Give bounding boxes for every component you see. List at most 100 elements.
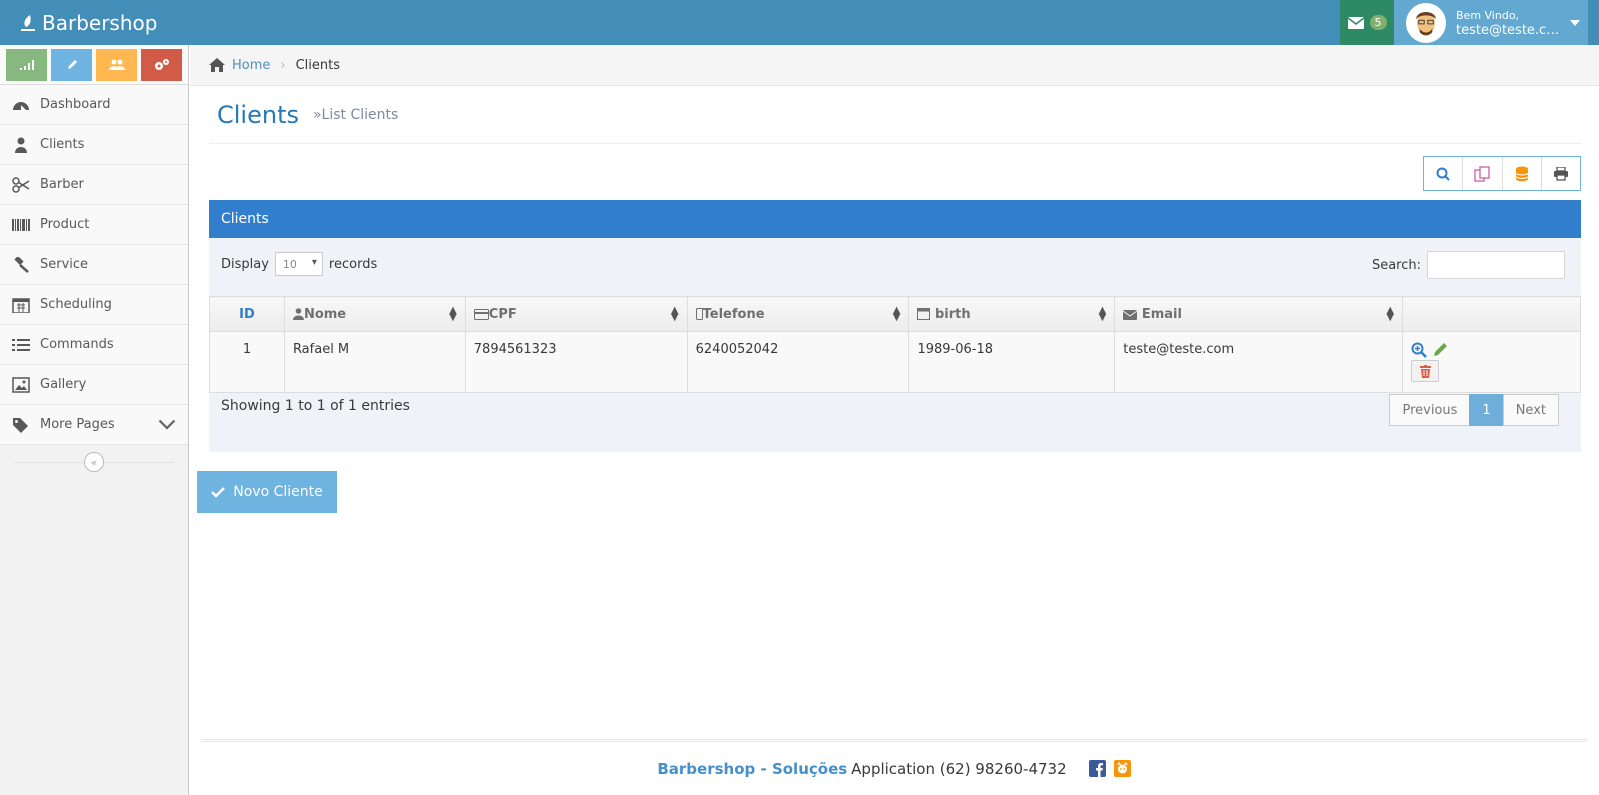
page-title: Clients xyxy=(217,100,299,129)
copy-icon xyxy=(1474,165,1491,182)
page-subtitle: »List Clients xyxy=(312,106,399,123)
column-header-actions xyxy=(1402,296,1581,332)
clients-table: ID Nome ▲ ▼ CPF ▲ ▼ Telefone ▲ ▼ birth ▲ ▼ xyxy=(209,296,1581,393)
envelope-icon xyxy=(1347,16,1364,29)
footer: Barbershop - Soluções Application (62) 9… xyxy=(201,739,1587,795)
sidebar-item-label: Commands xyxy=(40,337,114,352)
shortcut-users-button[interactable] xyxy=(96,49,137,81)
calendar-icon xyxy=(917,307,931,320)
pagination: Previous 1 Next xyxy=(1389,394,1559,426)
sort-icon: ▲ ▼ xyxy=(1098,305,1107,323)
list-icon xyxy=(12,338,30,351)
print-tool-button[interactable] xyxy=(1542,157,1580,190)
credit-card-icon xyxy=(473,308,489,320)
sort-icon: ▲ ▼ xyxy=(449,305,457,323)
breadcrumb-current: Clients xyxy=(295,57,341,73)
sidebar-item-scheduling[interactable]: Scheduling xyxy=(0,285,188,325)
records-per-page-select[interactable]: 10 xyxy=(274,252,323,276)
dashboard-icon xyxy=(13,101,29,110)
user-icon xyxy=(15,137,27,153)
breadcrumb-separator: › xyxy=(280,57,286,73)
user-icon xyxy=(292,307,304,320)
avatar xyxy=(1406,2,1446,43)
column-header-nome[interactable]: Nome ▲ ▼ xyxy=(283,296,466,332)
sidebar-item-label: Barber xyxy=(40,177,84,192)
sidebar-item-service[interactable]: Service xyxy=(0,245,188,285)
table-info: Showing 1 to 1 of 1 entries xyxy=(221,398,410,414)
sort-icon: ▲ ▼ xyxy=(670,305,679,323)
gavel-icon xyxy=(14,256,29,273)
user-menu[interactable]: Bem Vindo, teste@teste.com xyxy=(1394,0,1588,45)
sidebar-item-label: Scheduling xyxy=(40,297,112,312)
pagination-page-button[interactable]: 1 xyxy=(1469,394,1504,426)
cogs-icon xyxy=(154,59,169,70)
caret-down-icon xyxy=(1570,19,1580,26)
envelope-icon xyxy=(1122,309,1138,320)
pencil-icon[interactable] xyxy=(1433,342,1448,357)
column-header-email[interactable]: Email ▲ ▼ xyxy=(1114,296,1404,332)
sidebar-nav: Dashboard Clients Barber Product Service… xyxy=(0,85,188,445)
pagination-next-button[interactable]: Next xyxy=(1502,394,1559,426)
navbar: Barbershop 5 Bem Vindo, teste@teste.com xyxy=(0,0,1599,45)
sidebar-item-clients[interactable]: Clients xyxy=(0,125,188,165)
cell-birth: 1989-06-18 xyxy=(908,331,1116,393)
new-client-button[interactable]: Novo Cliente xyxy=(197,471,337,513)
records-label: records xyxy=(328,256,378,272)
brand-name: Barbershop xyxy=(42,10,158,35)
sidebar-item-gallery[interactable]: Gallery xyxy=(0,365,188,405)
sidebar-item-label: Service xyxy=(40,257,89,272)
database-icon xyxy=(1515,166,1529,181)
search-tool-button[interactable] xyxy=(1424,157,1464,190)
page-header: Clients »List Clients xyxy=(209,86,1581,144)
sidebar-item-label: More Pages xyxy=(40,417,115,432)
display-label: Display xyxy=(221,256,269,272)
table-header-row: ID Nome ▲ ▼ CPF ▲ ▼ Telefone ▲ ▼ birth ▲ ▼ xyxy=(209,296,1581,332)
export-tool-button[interactable] xyxy=(1503,157,1542,190)
sidebar-collapse: « xyxy=(0,445,188,479)
footer-text: Application (62) 98260-4732 xyxy=(851,759,1067,778)
calendar-icon xyxy=(12,297,30,313)
footer-brand: Barbershop - Soluções xyxy=(657,759,848,778)
search-icon xyxy=(1436,167,1450,181)
shortcut-edit-button[interactable] xyxy=(51,49,92,81)
sidebar-item-barber[interactable]: Barber xyxy=(0,165,188,205)
welcome-text: Bem Vindo, xyxy=(1456,8,1520,22)
messages-button[interactable]: 5 xyxy=(1340,0,1394,45)
column-header-cpf[interactable]: CPF ▲ ▼ xyxy=(464,296,688,332)
chevron-down-icon xyxy=(158,419,176,430)
table-row: 1 Rafael M 7894561323 6240052042 1989-06… xyxy=(209,331,1581,393)
column-header-id[interactable]: ID xyxy=(209,296,285,332)
messages-badge: 5 xyxy=(1369,15,1387,30)
delete-button[interactable] xyxy=(1411,360,1440,382)
search-input[interactable] xyxy=(1427,251,1565,279)
column-header-telefone[interactable]: Telefone ▲ ▼ xyxy=(686,296,910,332)
pagination-previous-button[interactable]: Previous xyxy=(1389,394,1471,426)
sidebar-item-commands[interactable]: Commands xyxy=(0,325,188,365)
cell-telefone: 6240052042 xyxy=(686,331,910,393)
brand[interactable]: Barbershop xyxy=(20,0,157,45)
shortcut-stats-button[interactable] xyxy=(6,49,47,81)
check-icon xyxy=(211,487,226,498)
shortcut-settings-button[interactable] xyxy=(141,49,182,81)
home-icon xyxy=(209,58,225,72)
sidebar-item-dashboard[interactable]: Dashboard xyxy=(0,85,188,125)
copy-tool-button[interactable] xyxy=(1463,157,1503,190)
sidebar: Dashboard Clients Barber Product Service… xyxy=(0,45,189,795)
cell-nome: Rafael M xyxy=(283,331,466,393)
sidebar-item-label: Product xyxy=(40,217,90,232)
breadcrumb-home-link[interactable]: Home xyxy=(232,58,270,73)
widget-title: Clients xyxy=(221,211,269,227)
breadcrumb: Home › Clients xyxy=(190,45,1599,86)
picture-icon xyxy=(12,376,30,393)
column-header-birth[interactable]: birth ▲ ▼ xyxy=(908,296,1116,332)
github-icon[interactable] xyxy=(1113,760,1131,777)
sort-icon: ▲ ▼ xyxy=(1386,305,1395,323)
zoom-in-icon[interactable] xyxy=(1411,342,1427,358)
sidebar-item-product[interactable]: Product xyxy=(0,205,188,245)
double-chevron-left-icon[interactable]: « xyxy=(84,452,104,472)
sidebar-item-label: Dashboard xyxy=(40,97,111,112)
table-toolbar xyxy=(1423,156,1581,191)
facebook-icon[interactable] xyxy=(1088,760,1106,777)
sidebar-item-more-pages[interactable]: More Pages xyxy=(0,405,188,445)
cell-email: teste@teste.com xyxy=(1114,331,1404,393)
